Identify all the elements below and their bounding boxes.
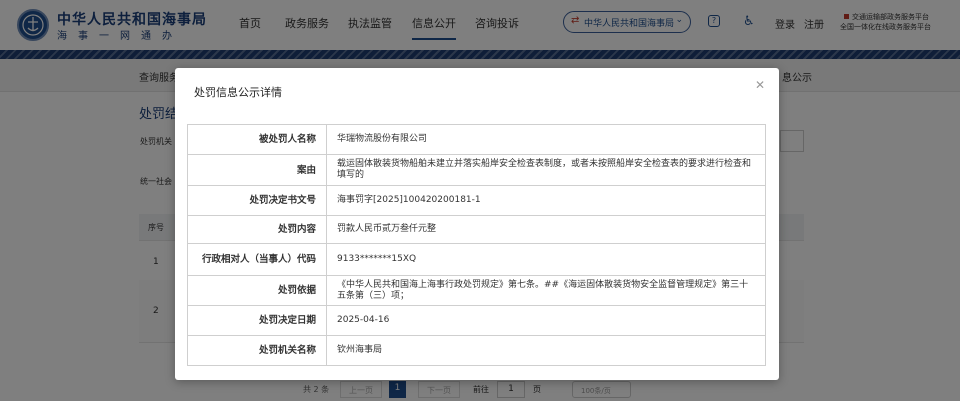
detail-row-party-name: 被处罚人名称 华瑞物流股份有限公司 [187, 124, 766, 155]
close-icon[interactable]: ✕ [755, 78, 765, 92]
detail-row-authority: 处罚机关名称 钦州海事局 [187, 335, 766, 366]
detail-row-decision-date: 处罚决定日期 2025-04-16 [187, 305, 766, 336]
detail-value: 海事罚字[2025]100420200181-1 [326, 185, 766, 216]
detail-row-legal-basis: 处罚依据 《中华人民共和国海上海事行政处罚规定》第七条。##《海运固体散装货物安… [187, 275, 766, 306]
penalty-detail-table: 被处罚人名称 华瑞物流股份有限公司 案由 载运固体散装货物船舶未建立并落实船岸安… [187, 124, 766, 366]
detail-key: 案由 [187, 154, 327, 186]
detail-key: 被处罚人名称 [187, 124, 327, 155]
detail-value: 2025-04-16 [326, 305, 766, 336]
detail-key: 处罚决定书文号 [187, 185, 327, 216]
detail-row-party-code: 行政相对人（当事人）代码 9133*******15XQ [187, 243, 766, 276]
modal-title: 处罚信息公示详情 [194, 86, 282, 99]
detail-key: 处罚机关名称 [187, 335, 327, 366]
detail-key: 处罚决定日期 [187, 305, 327, 336]
detail-value: 《中华人民共和国海上海事行政处罚规定》第七条。##《海运固体散装货物安全监督管理… [326, 275, 766, 306]
penalty-detail-modal: 处罚信息公示详情 ✕ 被处罚人名称 华瑞物流股份有限公司 案由 载运固体散装货物… [175, 68, 779, 380]
detail-row-document-number: 处罚决定书文号 海事罚字[2025]100420200181-1 [187, 185, 766, 216]
detail-value: 载运固体散装货物船舶未建立并落实船岸安全检查表制度，或者未按照船岸安全检查表的要… [326, 154, 766, 186]
detail-value: 钦州海事局 [326, 335, 766, 366]
detail-value: 华瑞物流股份有限公司 [326, 124, 766, 155]
detail-key: 处罚内容 [187, 215, 327, 244]
detail-row-cause: 案由 载运固体散装货物船舶未建立并落实船岸安全检查表制度，或者未按照船岸安全检查… [187, 154, 766, 186]
detail-value: 罚款人民币贰万叁仟元整 [326, 215, 766, 244]
detail-value: 9133*******15XQ [326, 243, 766, 276]
detail-key: 处罚依据 [187, 275, 327, 306]
detail-key: 行政相对人（当事人）代码 [187, 243, 327, 276]
detail-row-penalty-content: 处罚内容 罚款人民币贰万叁仟元整 [187, 215, 766, 244]
